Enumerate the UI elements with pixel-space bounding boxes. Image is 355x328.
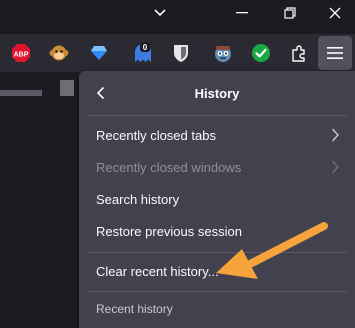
restore-button[interactable] bbox=[270, 0, 310, 26]
divider bbox=[87, 291, 347, 292]
monkey-extension-button[interactable] bbox=[48, 42, 70, 64]
divider bbox=[87, 115, 347, 116]
chevron-right-icon bbox=[331, 128, 339, 142]
menu-item-label: Restore previous session bbox=[96, 224, 242, 239]
divider bbox=[87, 252, 347, 253]
svg-text:0: 0 bbox=[143, 43, 148, 52]
menu-item-label: Search history bbox=[96, 192, 180, 207]
check-icon bbox=[252, 44, 270, 62]
shield-extension-button[interactable] bbox=[170, 42, 192, 64]
check-extension-button[interactable] bbox=[250, 42, 272, 64]
search-history-item[interactable]: Search history bbox=[87, 183, 347, 215]
diamond-extension-button[interactable] bbox=[88, 42, 110, 64]
restore-icon bbox=[284, 7, 296, 19]
extensions-button[interactable] bbox=[288, 42, 310, 64]
close-window-button[interactable] bbox=[315, 0, 355, 26]
puzzle-icon bbox=[292, 45, 305, 62]
tabs-dropdown-button[interactable] bbox=[140, 0, 180, 26]
face-extension-button[interactable] bbox=[212, 42, 234, 64]
chevron-down-icon bbox=[154, 9, 166, 17]
minimize-button[interactable] bbox=[222, 0, 262, 26]
panel-title: History bbox=[194, 86, 240, 101]
monkey-icon bbox=[49, 45, 69, 61]
face-icon bbox=[215, 46, 231, 62]
recently-closed-tabs-item[interactable]: Recently closed tabs bbox=[87, 119, 347, 151]
ghost-icon: 0 bbox=[135, 42, 151, 62]
ghost-extension-button[interactable]: 0 bbox=[132, 42, 154, 64]
abp-extension-button[interactable]: ABP bbox=[10, 42, 32, 64]
menu-item-label: Recently closed tabs bbox=[96, 128, 216, 143]
recent-history-header: Recent history bbox=[96, 302, 173, 316]
hamburger-menu-icon bbox=[327, 47, 343, 59]
history-panel: History Recently closed tabs Recently cl… bbox=[79, 71, 355, 328]
svg-text:ABP: ABP bbox=[14, 51, 29, 58]
close-icon bbox=[329, 7, 341, 19]
diamond-icon bbox=[91, 46, 107, 60]
clear-recent-history-item[interactable]: Clear recent history... bbox=[87, 255, 347, 287]
minimize-icon bbox=[236, 12, 248, 14]
toolbar: ABP 0 bbox=[0, 34, 355, 72]
title-bar bbox=[0, 0, 355, 34]
blurred-text bbox=[0, 90, 42, 96]
shield-icon bbox=[174, 45, 188, 62]
recently-closed-windows-item[interactable]: Recently closed windows bbox=[87, 151, 347, 183]
restore-previous-session-item[interactable]: Restore previous session bbox=[87, 215, 347, 247]
app-menu-button[interactable] bbox=[318, 36, 352, 70]
menu-item-label: Clear recent history... bbox=[96, 264, 219, 279]
chevron-right-icon bbox=[331, 160, 339, 174]
abp-icon: ABP bbox=[12, 44, 30, 62]
menu-item-label: Recently closed windows bbox=[96, 160, 242, 175]
panel-header: History bbox=[79, 71, 355, 115]
blurred-text bbox=[60, 80, 74, 96]
